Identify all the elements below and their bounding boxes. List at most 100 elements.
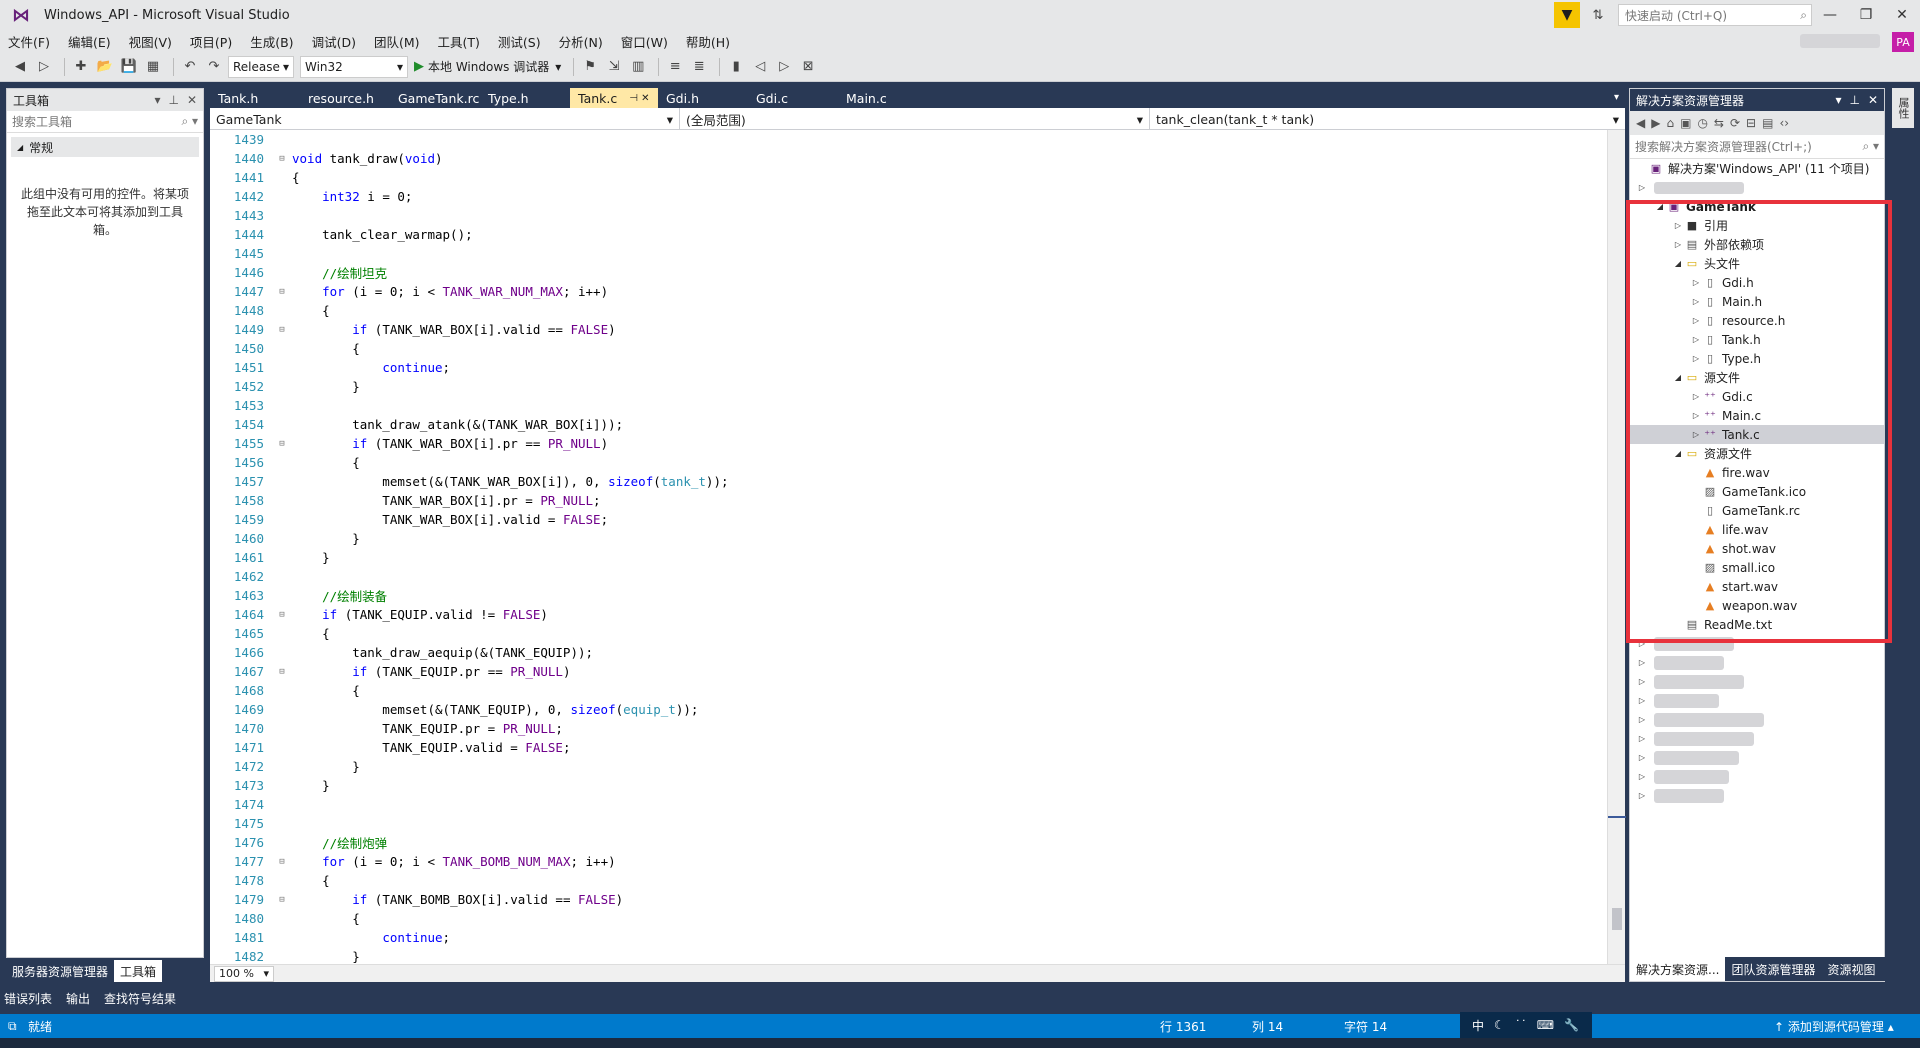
- tree-item-blurred[interactable]: ▷: [1630, 672, 1884, 691]
- code-line[interactable]: 1469 memset(&(TANK_EQUIP), 0, sizeof(equ…: [210, 700, 1605, 719]
- switch-views-icon[interactable]: ▣: [1680, 116, 1691, 130]
- pin-icon[interactable]: ⊣ ✕: [629, 93, 649, 104]
- tab-tank-h[interactable]: Tank.h: [210, 88, 300, 108]
- code-line[interactable]: 1481 continue;: [210, 928, 1605, 947]
- menu-team[interactable]: 团队(M): [374, 32, 420, 51]
- tree-item[interactable]: ◢ ▭ 资源文件: [1630, 444, 1884, 463]
- code-line[interactable]: 1468 {: [210, 681, 1605, 700]
- code-line[interactable]: 1478 {: [210, 871, 1605, 890]
- tree-item-blurred[interactable]: ▷: [1630, 767, 1884, 786]
- fold-toggle-icon[interactable]: ⊟: [272, 610, 292, 620]
- code-line[interactable]: 1463 //绘制装备: [210, 586, 1605, 605]
- code-area[interactable]: 1439 1440 ⊟ void tank_draw(void) 1441{1442 i…: [210, 130, 1605, 970]
- code-line[interactable]: 1477 ⊟ for (i = 0; i < TANK_BOMB_NUM_MAX;…: [210, 852, 1605, 871]
- forward-icon[interactable]: ▶: [1651, 116, 1660, 130]
- redo-icon[interactable]: ↷: [204, 57, 224, 77]
- view-code-icon[interactable]: ‹›: [1779, 116, 1789, 130]
- close-icon[interactable]: ✕: [187, 93, 197, 107]
- code-line[interactable]: 1456 {: [210, 453, 1605, 472]
- tree-item[interactable]: ▯ GameTank.rc: [1630, 501, 1884, 520]
- tree-item-solution[interactable]: ▣ 解决方案'Windows_API' (11 个项目): [1630, 159, 1884, 178]
- refresh-icon[interactable]: ⟳: [1730, 116, 1740, 130]
- code-line[interactable]: 1452 }: [210, 377, 1605, 396]
- code-line[interactable]: 1439: [210, 130, 1605, 149]
- expand-arrow-icon[interactable]: ▷: [1690, 335, 1702, 344]
- solution-search-input[interactable]: 搜索解决方案资源管理器(Ctrl+;) ⌕ ▾: [1630, 135, 1884, 159]
- expand-arrow-icon[interactable]: ◢: [1672, 449, 1684, 458]
- tree-item-blurred[interactable]: ▷: [1630, 786, 1884, 805]
- toolbox-section-general[interactable]: ◢ 常规: [11, 137, 199, 157]
- tree-item[interactable]: ▷ ⁺⁺ Main.c: [1630, 406, 1884, 425]
- open-file-icon[interactable]: 📂: [95, 57, 115, 77]
- code-line[interactable]: 1455 ⊟ if (TANK_WAR_BOX[i].pr == PR_NULL): [210, 434, 1605, 453]
- code-line[interactable]: 1444 tank_clear_warmap();: [210, 225, 1605, 244]
- fold-toggle-icon[interactable]: ⊟: [272, 154, 292, 164]
- code-line[interactable]: 1448 {: [210, 301, 1605, 320]
- code-line[interactable]: 1462: [210, 567, 1605, 586]
- expand-arrow-icon[interactable]: ◢: [1672, 373, 1684, 382]
- menu-build[interactable]: 生成(B): [250, 32, 293, 51]
- code-line[interactable]: 1480 {: [210, 909, 1605, 928]
- code-line[interactable]: 1464 ⊟ if (TANK_EQUIP.valid != FALSE): [210, 605, 1605, 624]
- platform-select[interactable]: Win32 ▾: [300, 55, 408, 78]
- tree-item[interactable]: ▷ ⁺⁺ Tank.c: [1630, 425, 1884, 444]
- code-line[interactable]: 1479 ⊟ if (TANK_BOMB_BOX[i].valid == FALS…: [210, 890, 1605, 909]
- code-line[interactable]: 1450 {: [210, 339, 1605, 358]
- tab-server-explorer[interactable]: 服务器资源管理器: [6, 960, 114, 982]
- code-line[interactable]: 1470 TANK_EQUIP.pr = PR_NULL;: [210, 719, 1605, 738]
- menu-window[interactable]: 窗口(W): [621, 32, 668, 51]
- menu-analyze[interactable]: 分析(N): [559, 32, 603, 51]
- tab-main-c[interactable]: Main.c: [838, 88, 928, 108]
- project-dropdown[interactable]: GameTank ▾: [210, 108, 680, 130]
- code-line[interactable]: 1442 int32 i = 0;: [210, 187, 1605, 206]
- tab-find-symbol-results[interactable]: 查找符号结果: [104, 990, 176, 1007]
- code-line[interactable]: 1459 TANK_WAR_BOX[i].valid = FALSE;: [210, 510, 1605, 529]
- scroll-thumb[interactable]: [1612, 908, 1622, 930]
- back-icon[interactable]: ◀: [1636, 116, 1645, 130]
- tab-toolbox[interactable]: 工具箱: [114, 960, 163, 982]
- tree-item[interactable]: ▷ ■ 引用: [1630, 216, 1884, 235]
- ime-toolbar[interactable]: 中 ☾ ˙˙ ⌨ 🔧: [1460, 1012, 1592, 1038]
- code-line[interactable]: 1447 ⊟ for (i = 0; i < TANK_WAR_NUM_MAX; …: [210, 282, 1605, 301]
- code-line[interactable]: 1472 }: [210, 757, 1605, 776]
- tree-item[interactable]: ▷ ⁺⁺ Gdi.c: [1630, 387, 1884, 406]
- code-line[interactable]: 1440 ⊟ void tank_draw(void): [210, 149, 1605, 168]
- zoom-select[interactable]: 100 % ▾: [214, 965, 274, 982]
- code-line[interactable]: 1471 TANK_EQUIP.valid = FALSE;: [210, 738, 1605, 757]
- feedback-icon[interactable]: ⇅: [1588, 5, 1608, 25]
- next-bookmark-icon[interactable]: ▷: [774, 57, 794, 77]
- scope-dropdown[interactable]: (全局范围) ▾: [680, 108, 1150, 130]
- source-control-button[interactable]: ↑ 添加到源代码管理 ▴: [1774, 1018, 1894, 1035]
- quick-launch-input[interactable]: 快速启动 (Ctrl+Q) ⌕: [1618, 4, 1812, 26]
- clear-bookmarks-icon[interactable]: ⊠: [798, 57, 818, 77]
- tab-gdi-c[interactable]: Gdi.c: [748, 88, 838, 108]
- expand-arrow-icon[interactable]: ▷: [1690, 430, 1702, 439]
- tree-item[interactable]: ▲ weapon.wav: [1630, 596, 1884, 615]
- tree-item[interactable]: ▨ GameTank.ico: [1630, 482, 1884, 501]
- save-icon[interactable]: 💾: [119, 57, 139, 77]
- restore-button[interactable]: ❐: [1848, 7, 1884, 23]
- expand-arrow-icon[interactable]: ▷: [1672, 240, 1684, 249]
- menu-tools[interactable]: 工具(T): [438, 32, 480, 51]
- code-line[interactable]: 1465 {: [210, 624, 1605, 643]
- code-line[interactable]: 1467 ⊟ if (TANK_EQUIP.pr == PR_NULL): [210, 662, 1605, 681]
- expand-arrow-icon[interactable]: ▷: [1672, 221, 1684, 230]
- member-dropdown[interactable]: tank_clean(tank_t * tank) ▾: [1150, 108, 1625, 130]
- layout-icon[interactable]: ▥: [628, 57, 648, 77]
- tree-item[interactable]: ▲ fire.wav: [1630, 463, 1884, 482]
- tree-item[interactable]: ▲ shot.wav: [1630, 539, 1884, 558]
- tree-item[interactable]: ◢ ▣ GameTank: [1630, 197, 1884, 216]
- code-line[interactable]: 1457 memset(&(TANK_WAR_BOX[i]), 0, sizeo…: [210, 472, 1605, 491]
- user-avatar[interactable]: PA: [1892, 32, 1914, 52]
- tree-item-blurred[interactable]: ▷: [1630, 634, 1884, 653]
- close-icon[interactable]: ✕: [1868, 93, 1878, 107]
- show-all-files-icon[interactable]: ▤: [1762, 116, 1773, 130]
- expand-arrow-icon[interactable]: ◢: [1654, 202, 1666, 211]
- tab-overflow-icon[interactable]: ▾: [1614, 92, 1619, 103]
- minimize-button[interactable]: —: [1812, 7, 1848, 23]
- expand-arrow-icon[interactable]: ▷: [1690, 354, 1702, 363]
- expand-arrow-icon[interactable]: ◢: [1672, 259, 1684, 268]
- tab-resource-view[interactable]: 资源视图: [1821, 957, 1881, 981]
- fold-toggle-icon[interactable]: ⊟: [272, 667, 292, 677]
- tab-output[interactable]: 输出: [66, 990, 90, 1007]
